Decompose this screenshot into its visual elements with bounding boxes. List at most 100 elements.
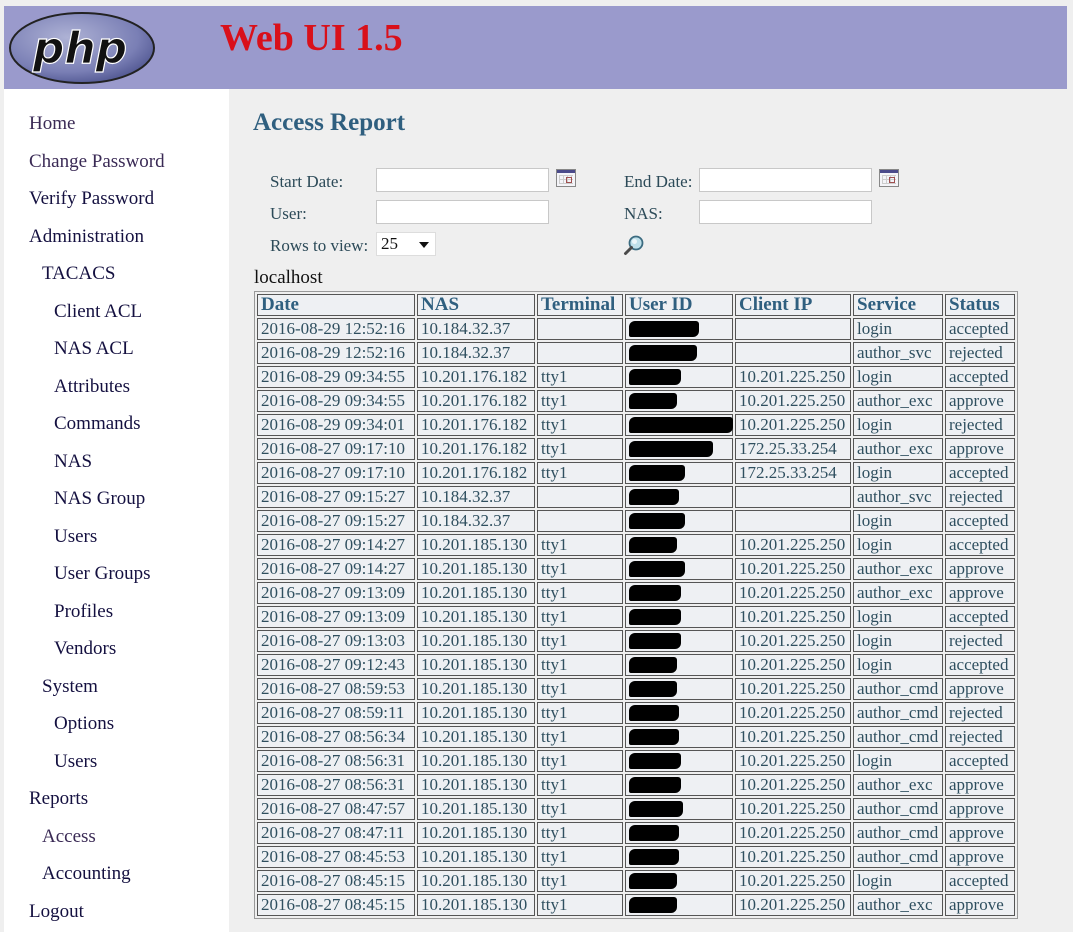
sidebar-item-users[interactable]: Users — [54, 751, 97, 773]
cell-status: approve — [945, 678, 1015, 700]
svg-text:php: php — [32, 23, 127, 74]
cell-date: 2016-08-27 09:13:09 — [257, 582, 415, 604]
cell-status: approve — [945, 894, 1015, 916]
sidebar-item-reports[interactable]: Reports — [29, 788, 88, 810]
column-header-service[interactable]: Service — [853, 294, 943, 316]
table-row: 2016-08-27 09:13:09 10.201.185.130 tty1 10.… — [257, 606, 1015, 628]
sidebar-item-users[interactable]: Users — [54, 526, 97, 548]
cell-terminal: tty1 — [537, 462, 623, 484]
cell-terminal: tty1 — [537, 606, 623, 628]
cell-nas: 10.201.185.130 — [417, 894, 535, 916]
cell-terminal: tty1 — [537, 558, 623, 580]
sidebar-item-nas-acl[interactable]: NAS ACL — [54, 338, 134, 360]
user-input[interactable] — [376, 200, 549, 224]
cell-status: accepted — [945, 750, 1015, 772]
column-header-status[interactable]: Status — [945, 294, 1015, 316]
cell-terminal — [537, 342, 623, 364]
table-row: 2016-08-29 09:34:01 10.201.176.182 tty1 10.… — [257, 414, 1015, 436]
rows-to-view-value: 25 — [381, 234, 398, 253]
sidebar-item-user-groups[interactable]: User Groups — [54, 563, 151, 585]
redacted-user-id — [629, 345, 697, 361]
cell-service: author_svc — [853, 486, 943, 508]
cell-client-ip: 10.201.225.250 — [735, 822, 851, 844]
cell-status: accepted — [945, 654, 1015, 676]
sidebar-item-administration[interactable]: Administration — [29, 226, 144, 248]
sidebar-item-vendors[interactable]: Vendors — [54, 638, 116, 660]
cell-date: 2016-08-27 09:15:27 — [257, 510, 415, 532]
cell-client-ip: 172.25.33.254 — [735, 438, 851, 460]
cell-service: login — [853, 318, 943, 340]
cell-service: login — [853, 630, 943, 652]
cell-service: login — [853, 870, 943, 892]
start-date-calendar-icon[interactable] — [556, 169, 576, 187]
cell-nas: 10.201.185.130 — [417, 654, 535, 676]
sidebar-item-change-password[interactable]: Change Password — [29, 151, 165, 173]
sidebar-item-home[interactable]: Home — [29, 113, 75, 135]
cell-nas: 10.184.32.37 — [417, 318, 535, 340]
sidebar-item-system[interactable]: System — [42, 676, 98, 698]
sidebar-item-tacacs[interactable]: TACACS — [42, 263, 115, 285]
nas-input[interactable] — [699, 200, 872, 224]
start-date-input[interactable] — [376, 168, 549, 192]
cell-date: 2016-08-27 08:45:15 — [257, 894, 415, 916]
cell-user-id — [625, 390, 733, 412]
table-row: 2016-08-29 12:52:16 10.184.32.37 author_sv… — [257, 342, 1015, 364]
php-logo: php — [9, 12, 155, 84]
table-row: 2016-08-29 09:34:55 10.201.176.182 tty1 10.… — [257, 366, 1015, 388]
cell-date: 2016-08-27 08:59:11 — [257, 702, 415, 724]
column-header-nas[interactable]: NAS — [417, 294, 535, 316]
cell-user-id — [625, 534, 733, 556]
header-banner: php Web UI 1.5 — [4, 6, 1067, 89]
sidebar-item-logout[interactable]: Logout — [29, 901, 84, 923]
cell-terminal: tty1 — [537, 630, 623, 652]
cell-nas: 10.201.185.130 — [417, 870, 535, 892]
cell-user-id — [625, 462, 733, 484]
cell-date: 2016-08-27 08:47:57 — [257, 798, 415, 820]
sidebar-item-nas-group[interactable]: NAS Group — [54, 488, 145, 510]
redacted-user-id — [629, 561, 685, 577]
column-header-client-ip[interactable]: Client IP — [735, 294, 851, 316]
cell-service: login — [853, 366, 943, 388]
sidebar-item-nas[interactable]: NAS — [54, 451, 92, 473]
column-header-terminal[interactable]: Terminal — [537, 294, 623, 316]
sidebar-item-verify-password[interactable]: Verify Password — [29, 188, 154, 210]
redacted-user-id — [629, 465, 685, 481]
cell-client-ip: 10.201.225.250 — [735, 846, 851, 868]
cell-nas: 10.201.185.130 — [417, 702, 535, 724]
sidebar-item-access[interactable]: Access — [42, 826, 96, 848]
cell-nas: 10.201.185.130 — [417, 534, 535, 556]
cell-date: 2016-08-27 08:59:53 — [257, 678, 415, 700]
sidebar-item-commands[interactable]: Commands — [54, 413, 141, 435]
cell-nas: 10.201.185.130 — [417, 726, 535, 748]
column-header-user-id[interactable]: User ID — [625, 294, 733, 316]
cell-status: accepted — [945, 462, 1015, 484]
cell-service: login — [853, 654, 943, 676]
sidebar-item-accounting[interactable]: Accounting — [42, 863, 131, 885]
cell-client-ip: 10.201.225.250 — [735, 606, 851, 628]
end-date-input[interactable] — [699, 168, 872, 192]
cell-nas: 10.201.185.130 — [417, 774, 535, 796]
sidebar-item-attributes[interactable]: Attributes — [54, 376, 130, 398]
end-date-calendar-icon[interactable] — [879, 169, 899, 187]
main-content: Access Report Start Date: End Date: User… — [230, 89, 1073, 932]
cell-date: 2016-08-27 08:45:53 — [257, 846, 415, 868]
cell-nas: 10.201.176.182 — [417, 390, 535, 412]
redacted-user-id — [629, 417, 733, 433]
cell-status: approve — [945, 846, 1015, 868]
cell-client-ip — [735, 510, 851, 532]
rows-to-view-select[interactable]: 25 — [376, 232, 436, 256]
nas-label: NAS: — [624, 204, 663, 223]
sidebar-item-client-acl[interactable]: Client ACL — [54, 301, 142, 323]
sidebar-item-profiles[interactable]: Profiles — [54, 601, 113, 623]
cell-service: login — [853, 462, 943, 484]
cell-nas: 10.201.176.182 — [417, 438, 535, 460]
column-header-date[interactable]: Date — [257, 294, 415, 316]
table-row: 2016-08-27 08:47:57 10.201.185.130 tty1 10.… — [257, 798, 1015, 820]
cell-service: author_exc — [853, 438, 943, 460]
sidebar-item-options[interactable]: Options — [54, 713, 114, 735]
search-icon[interactable] — [623, 234, 645, 256]
table-row: 2016-08-27 08:56:34 10.201.185.130 tty1 10.… — [257, 726, 1015, 748]
redacted-user-id — [629, 441, 713, 457]
cell-status: accepted — [945, 318, 1015, 340]
cell-nas: 10.201.185.130 — [417, 582, 535, 604]
